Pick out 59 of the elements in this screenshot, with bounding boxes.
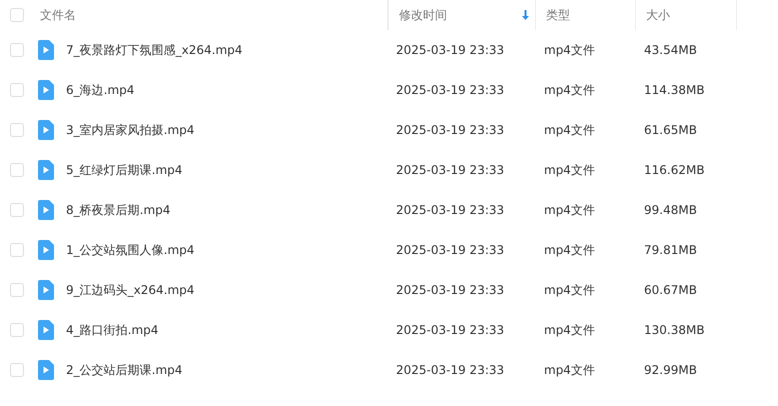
video-file-icon bbox=[38, 360, 54, 380]
modified-time: 2025-03-19 23:33 bbox=[396, 243, 504, 257]
file-type: mp4文件 bbox=[544, 322, 595, 336]
file-type: mp4文件 bbox=[544, 162, 595, 176]
modified-time: 2025-03-19 23:33 bbox=[396, 323, 504, 337]
video-file-icon bbox=[38, 160, 54, 180]
file-size: 43.54MB bbox=[644, 43, 697, 57]
row-checkbox[interactable] bbox=[10, 283, 24, 297]
row-checkbox[interactable] bbox=[10, 163, 24, 177]
row-checkbox[interactable] bbox=[10, 123, 24, 137]
file-name[interactable]: 2_公交站后期课.mp4 bbox=[66, 362, 182, 378]
column-header[interactable]: 修改时间 bbox=[388, 0, 536, 30]
file-size: 99.48MB bbox=[644, 203, 697, 217]
column-header[interactable]: 大小 bbox=[636, 0, 737, 30]
modified-time: 2025-03-19 23:33 bbox=[396, 203, 504, 217]
video-file-icon bbox=[38, 240, 54, 260]
file-name[interactable]: 5_红绿灯后期课.mp4 bbox=[66, 162, 182, 178]
row-checkbox[interactable] bbox=[10, 83, 24, 97]
video-file-icon bbox=[38, 120, 54, 140]
file-type: mp4文件 bbox=[544, 82, 595, 96]
modified-time: 2025-03-19 23:33 bbox=[396, 43, 504, 57]
file-size: 116.62MB bbox=[644, 163, 705, 177]
file-name[interactable]: 8_桥夜景后期.mp4 bbox=[66, 202, 170, 218]
video-file-icon bbox=[38, 40, 54, 60]
select-all-checkbox[interactable] bbox=[10, 8, 24, 22]
file-type: mp4文件 bbox=[544, 242, 595, 256]
modified-time: 2025-03-19 23:33 bbox=[396, 163, 504, 177]
file-type: mp4文件 bbox=[544, 282, 595, 296]
file-size: 130.38MB bbox=[644, 323, 705, 337]
modified-time: 2025-03-19 23:33 bbox=[396, 123, 504, 137]
modified-time: 2025-03-19 23:33 bbox=[396, 283, 504, 297]
video-file-icon bbox=[38, 200, 54, 220]
file-type: mp4文件 bbox=[544, 202, 595, 216]
file-type: mp4文件 bbox=[544, 362, 595, 376]
file-name[interactable]: 9_江边码头_x264.mp4 bbox=[66, 282, 194, 298]
modified-time: 2025-03-19 23:33 bbox=[396, 83, 504, 97]
row-checkbox[interactable] bbox=[10, 43, 24, 57]
row-checkbox[interactable] bbox=[10, 243, 24, 257]
file-size: 114.38MB bbox=[644, 83, 705, 97]
file-name[interactable]: 1_公交站氛围人像.mp4 bbox=[66, 242, 194, 258]
file-name[interactable]: 7_夜景路灯下氛围感_x264.mp4 bbox=[66, 42, 242, 58]
row-checkbox[interactable] bbox=[10, 363, 24, 377]
video-file-icon bbox=[38, 280, 54, 300]
file-name[interactable]: 4_路口街拍.mp4 bbox=[66, 322, 158, 338]
modified-time: 2025-03-19 23:33 bbox=[396, 363, 504, 377]
column-header[interactable]: 文件名 bbox=[30, 0, 388, 30]
file-size: 79.81MB bbox=[644, 243, 697, 257]
file-size: 92.99MB bbox=[644, 363, 697, 377]
row-checkbox[interactable] bbox=[10, 203, 24, 217]
row-checkbox[interactable] bbox=[10, 323, 24, 337]
file-size: 61.65MB bbox=[644, 123, 697, 137]
file-type: mp4文件 bbox=[544, 122, 595, 136]
video-file-icon bbox=[38, 80, 54, 100]
file-name[interactable]: 3_室内居家风拍摄.mp4 bbox=[66, 122, 194, 138]
file-type: mp4文件 bbox=[544, 42, 595, 56]
file-name[interactable]: 6_海边.mp4 bbox=[66, 82, 134, 98]
file-size: 60.67MB bbox=[644, 283, 697, 297]
video-file-icon bbox=[38, 320, 54, 340]
column-header[interactable]: 类型 bbox=[536, 0, 636, 30]
